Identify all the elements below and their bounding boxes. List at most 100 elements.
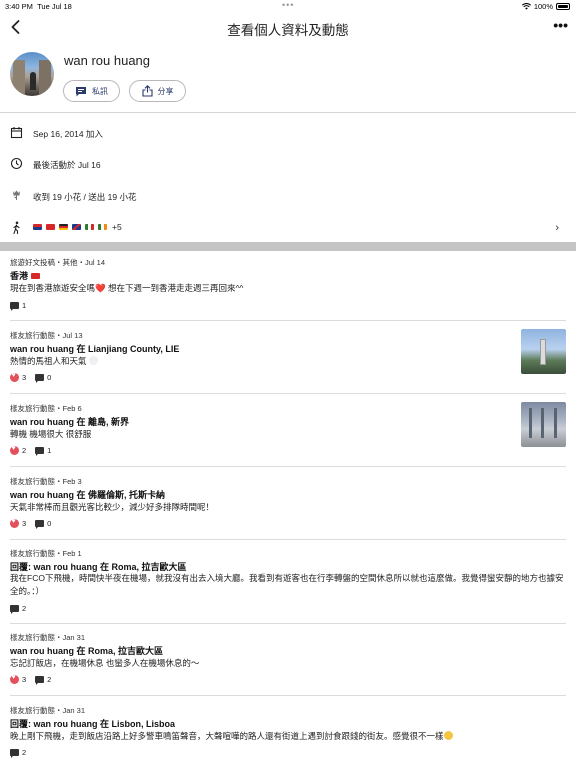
comment-icon [35, 520, 45, 529]
heart-icon [10, 674, 19, 684]
post-body: 現在到香港旅遊安全嗎❤️ 想在下週一到香港走走週三再回來^^ [10, 283, 244, 293]
multitasking-dots[interactable]: ••• [282, 0, 294, 10]
wifi-icon [521, 3, 531, 10]
post-meta: 樣友旅行動態・Feb 6 [10, 404, 82, 413]
heart-icon [10, 518, 19, 528]
feed-post[interactable]: 旅遊好文投稿・其他・Jul 14 香港 現在到香港旅遊安全嗎❤️ 想在下週一到香… [0, 251, 576, 321]
walking-person-icon [13, 221, 20, 234]
joined-date: Sep 16, 2014 加入 [33, 129, 103, 139]
last-active: 最後活動於 Jul 16 [33, 160, 101, 170]
comment-count[interactable]: 0 [35, 373, 51, 383]
comment-count[interactable]: 2 [10, 748, 26, 758]
feed-post[interactable]: 樣友旅行動態・Jul 13 wan rou huang 在 Lianjiang … [0, 323, 576, 395]
comment-icon [35, 676, 45, 685]
post-stats: 3 0 [10, 518, 51, 529]
cloud-emoji-icon [88, 356, 98, 365]
post-stats: 2 [10, 604, 26, 614]
flowers-count: 收到 19 小花 / 送出 19 小花 [33, 192, 137, 202]
profile-name: wan rou huang [64, 53, 151, 68]
battery-percent: 100% [533, 2, 553, 11]
section-separator [0, 242, 576, 251]
post-stats: 1 [10, 301, 26, 311]
comment-count[interactable]: 1 [35, 446, 51, 456]
post-meta: 樣友旅行動態・Feb 1 [10, 549, 82, 558]
flag-icon [33, 224, 42, 230]
status-indicators: 100% [521, 2, 570, 11]
flag-icon [72, 224, 81, 230]
post-meta: 樣友旅行動態・Jan 31 [10, 633, 86, 642]
joined-date-row: Sep 16, 2014 加入 [0, 123, 576, 143]
divider [10, 393, 566, 394]
comment-icon [35, 447, 45, 456]
post-body: 晚上剛下飛機，走到飯店沿路上好多警車鳴笛聲音，大聲喧嘩的路人還有街道上遇到討食跟… [10, 730, 566, 743]
post-body: 熱情的馬祖人和天氣 [10, 355, 510, 368]
share-button[interactable]: 分享 [129, 80, 186, 102]
post-headline: 香港 [10, 269, 40, 282]
feed-post[interactable]: 樣友旅行動態・Jan 31 wan rou huang 在 Roma, 拉吉歐大… [0, 625, 576, 697]
post-headline: 回覆: wan rou huang 在 Lisbon, Lisboa [10, 719, 175, 729]
feed-post[interactable]: 樣友旅行動態・Jan 31 回覆: wan rou huang 在 Lisbon… [0, 698, 576, 768]
smile-emoji-icon [443, 731, 453, 740]
comment-icon [10, 605, 19, 614]
comment-count[interactable]: 2 [35, 675, 51, 685]
post-stats: 2 1 [10, 445, 51, 456]
like-count[interactable]: 3 [10, 372, 26, 382]
hong-kong-flag-icon [30, 273, 40, 279]
post-stats: 3 0 [10, 372, 51, 383]
post-photo-thumbnail[interactable] [521, 402, 566, 447]
post-headline: wan rou huang 在 Roma, 拉吉歐大區 [10, 646, 164, 656]
clock-icon [10, 157, 23, 170]
post-body: 轉機 機場很大 很舒服 [10, 429, 92, 439]
divider [10, 539, 566, 540]
post-stats: 2 [10, 748, 26, 758]
post-body: 天氣非常棒而且觀光客比較少，減少好多排隊時間呢！ [10, 502, 215, 512]
comment-icon [10, 749, 19, 758]
message-button-label: 私訊 [92, 86, 108, 96]
post-meta: 樣友旅行動態・Feb 3 [10, 477, 82, 486]
post-headline: wan rou huang 在 離島, 新界 [10, 417, 129, 427]
comment-count[interactable]: 1 [10, 301, 26, 311]
post-body: 忘記訂飯店，在機場休息 也蠻多人在機場休息的～ [10, 658, 200, 668]
post-photo-thumbnail[interactable] [521, 329, 566, 374]
calendar-icon [10, 127, 23, 139]
divider [10, 623, 566, 624]
divider [10, 466, 566, 467]
divider [10, 695, 566, 696]
feed-post[interactable]: 樣友旅行動態・Feb 6 wan rou huang 在 離島, 新界 轉機 機… [0, 396, 576, 468]
comment-count[interactable]: 0 [35, 519, 51, 529]
navigation-bar: 查看個人資料及動態 ••• [0, 12, 576, 44]
comment-icon [10, 302, 19, 311]
page-title: 查看個人資料及動態 [227, 23, 349, 38]
message-button[interactable]: 私訊 [63, 80, 120, 102]
chat-bubble-icon [76, 86, 86, 96]
flag-icon [85, 224, 94, 230]
flower-icon [13, 190, 20, 200]
last-active-row: 最後活動於 Jul 16 [0, 154, 576, 174]
heart-icon [10, 372, 19, 382]
chevron-right-icon[interactable]: › [555, 222, 559, 234]
more-options-icon[interactable]: ••• [553, 17, 568, 33]
post-stats: 3 2 [10, 674, 51, 685]
divider [10, 320, 566, 321]
flag-icon [46, 224, 55, 230]
like-count[interactable]: 3 [10, 518, 26, 528]
flowers-row: 收到 19 小花 / 送出 19 小花 [0, 186, 576, 206]
profile-header: wan rou huang 私訊 分享 [0, 50, 576, 112]
heart-icon [10, 445, 19, 455]
feed-post[interactable]: 樣友旅行動態・Feb 3 wan rou huang 在 佛羅倫斯, 托斯卡納 … [0, 469, 576, 541]
post-meta: 樣友旅行動態・Jan 31 [10, 706, 86, 715]
like-count[interactable]: 3 [10, 674, 26, 684]
feed-post[interactable]: 樣友旅行動態・Feb 1 回覆: wan rou huang 在 Roma, 拉… [0, 541, 576, 625]
status-bar: 3:40 PM Tue Jul 18 ••• 100% [0, 0, 576, 12]
post-headline: wan rou huang 在 Lianjiang County, LIE [10, 344, 180, 354]
post-body: 我在FCO下飛機，時間快半夜在機場，就我沒有出去入境大廳。我看到有遊客也在行李轉… [10, 573, 564, 596]
like-count[interactable]: 2 [10, 445, 26, 455]
post-headline: wan rou huang 在 佛羅倫斯, 托斯卡納 [10, 490, 166, 500]
visited-countries-row[interactable]: +5 › [0, 218, 576, 238]
comment-count[interactable]: 2 [10, 604, 26, 614]
comment-icon [35, 374, 45, 383]
divider [0, 112, 576, 113]
avatar[interactable] [10, 52, 54, 96]
post-meta: 旅遊好文投稿・其他・Jul 14 [10, 258, 106, 267]
flag-icon [98, 224, 107, 230]
